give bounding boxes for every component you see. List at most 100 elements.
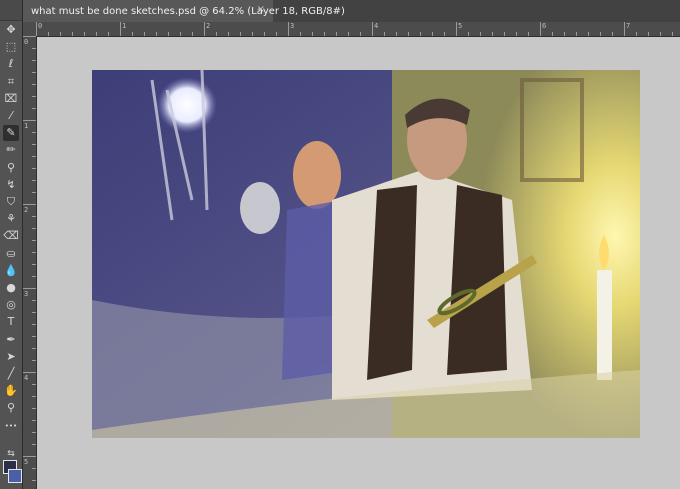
ruler-tick xyxy=(32,96,36,97)
ruler-corner[interactable] xyxy=(23,22,37,37)
document-tab-title: what must be done sketches.psd @ 64.2% (… xyxy=(31,5,345,17)
ruler-tick xyxy=(480,32,481,36)
ruler-tick xyxy=(32,108,36,109)
hand-tool-icon[interactable]: ✋ xyxy=(3,383,19,399)
ruler-tick xyxy=(360,32,361,36)
ruler-tick xyxy=(32,396,36,397)
ruler-tick xyxy=(312,32,313,36)
moon-glow xyxy=(157,77,217,133)
ruler-label: 5 xyxy=(458,22,463,30)
ruler-tick xyxy=(23,288,36,289)
ruler-label: 3 xyxy=(290,22,295,30)
ruler-tick xyxy=(240,32,241,36)
ruler-tick xyxy=(636,32,637,36)
ruler-tick xyxy=(324,32,325,36)
painting-artwork[interactable] xyxy=(92,70,640,438)
paint-bucket-tool-icon[interactable]: ⛀ xyxy=(3,246,19,262)
type-tool-icon[interactable]: T xyxy=(3,314,19,330)
ruler-tick xyxy=(32,192,36,193)
more-tools-icon[interactable]: ••• xyxy=(3,418,19,434)
ruler-tick xyxy=(36,22,37,36)
blur-tool-icon[interactable]: 💧 xyxy=(3,263,19,279)
path-select-tool-icon[interactable]: ➤ xyxy=(3,349,19,365)
background-color-swatch[interactable] xyxy=(8,469,22,483)
ruler-tick xyxy=(180,32,181,36)
brush-tool-icon[interactable]: ✎ xyxy=(3,125,19,142)
ruler-tick xyxy=(32,48,36,49)
ruler-tick xyxy=(672,32,673,36)
history-brush-tool-icon[interactable]: ↯ xyxy=(3,177,19,193)
ruler-tick xyxy=(252,32,253,36)
quick-select-tool-icon[interactable]: ⌗ xyxy=(3,74,19,90)
ruler-tick xyxy=(32,420,36,421)
ruler-label: 3 xyxy=(24,290,29,298)
ruler-label: 0 xyxy=(24,38,29,46)
ruler-tick xyxy=(456,22,457,36)
move-tool-icon[interactable]: ✥ xyxy=(3,22,19,38)
ruler-tick xyxy=(516,32,517,36)
ruler-tick xyxy=(408,32,409,36)
ruler-tick xyxy=(144,32,145,36)
ruler-label: 2 xyxy=(206,22,211,30)
ruler-tick xyxy=(32,276,36,277)
clone-stamp-tool-icon[interactable]: ⚲ xyxy=(3,160,19,176)
ruler-tick xyxy=(444,32,445,36)
ruler-label: 7 xyxy=(626,22,631,30)
ruler-tick xyxy=(32,168,36,169)
ruler-tick xyxy=(348,32,349,36)
ruler-label: 6 xyxy=(542,22,547,30)
ruler-tick xyxy=(588,32,589,36)
ruler-tick xyxy=(396,32,397,36)
eraser-tool-icon[interactable]: ⌫ xyxy=(3,228,19,244)
ruler-tick xyxy=(32,72,36,73)
tools-panel-grip[interactable] xyxy=(0,0,22,21)
ruler-tick xyxy=(660,32,661,36)
ruler-tick xyxy=(648,32,649,36)
document-tab[interactable]: what must be done sketches.psd @ 64.2% (… xyxy=(23,0,345,22)
eyedropper-tool-icon[interactable]: ⁄ xyxy=(3,108,19,124)
ruler-tick xyxy=(23,204,36,205)
horizontal-ruler[interactable]: 0 1 2 3 4 5 6 7 xyxy=(36,22,680,37)
dodge-tool-icon[interactable]: ● xyxy=(3,280,19,296)
ruler-tick xyxy=(120,22,121,36)
stamp-tool-icon[interactable]: ⛉ xyxy=(3,194,19,210)
close-tab-icon[interactable]: × xyxy=(257,4,265,15)
ruler-tick xyxy=(32,240,36,241)
pen-tool-icon[interactable]: ✒ xyxy=(3,332,19,348)
ruler-label: 4 xyxy=(374,22,379,30)
ruler-tick xyxy=(32,324,36,325)
ruler-tick xyxy=(216,32,217,36)
vertical-ruler[interactable]: 0 1 2 3 4 5 xyxy=(23,36,37,489)
ruler-tick xyxy=(32,84,36,85)
ruler-tick xyxy=(576,32,577,36)
ruler-label: 4 xyxy=(24,374,29,382)
ruler-tick xyxy=(132,32,133,36)
mixer-brush-tool-icon[interactable]: ⚘ xyxy=(3,211,19,227)
ruler-tick xyxy=(612,32,613,36)
candle xyxy=(597,270,612,380)
ruler-tick xyxy=(32,384,36,385)
marquee-tool-icon[interactable]: ⬚ xyxy=(3,39,19,55)
ruler-tick xyxy=(156,32,157,36)
ruler-tick xyxy=(336,32,337,36)
ruler-tick xyxy=(468,32,469,36)
ruler-tick xyxy=(624,22,625,36)
line-tool-icon[interactable]: ╱ xyxy=(3,366,19,382)
pencil-tool-icon[interactable]: ✏ xyxy=(3,142,19,158)
ruler-tick xyxy=(72,32,73,36)
ruler-tick xyxy=(32,132,36,133)
ruler-tick xyxy=(504,32,505,36)
ruler-tick xyxy=(540,22,541,36)
zoom-tool-icon[interactable]: ⚲ xyxy=(3,400,19,416)
ruler-tick xyxy=(32,336,36,337)
ruler-tick xyxy=(32,60,36,61)
ruler-tick xyxy=(23,36,36,37)
crop-tool-icon[interactable]: ⌧ xyxy=(3,91,19,107)
ruler-tick xyxy=(23,372,36,373)
ruler-tick xyxy=(528,32,529,36)
ruler-tick xyxy=(32,228,36,229)
ruler-tick xyxy=(32,480,36,481)
sponge-tool-icon[interactable]: ◎ xyxy=(3,297,19,313)
ruler-tick xyxy=(384,32,385,36)
lasso-tool-icon[interactable]: ℓ xyxy=(3,56,19,72)
